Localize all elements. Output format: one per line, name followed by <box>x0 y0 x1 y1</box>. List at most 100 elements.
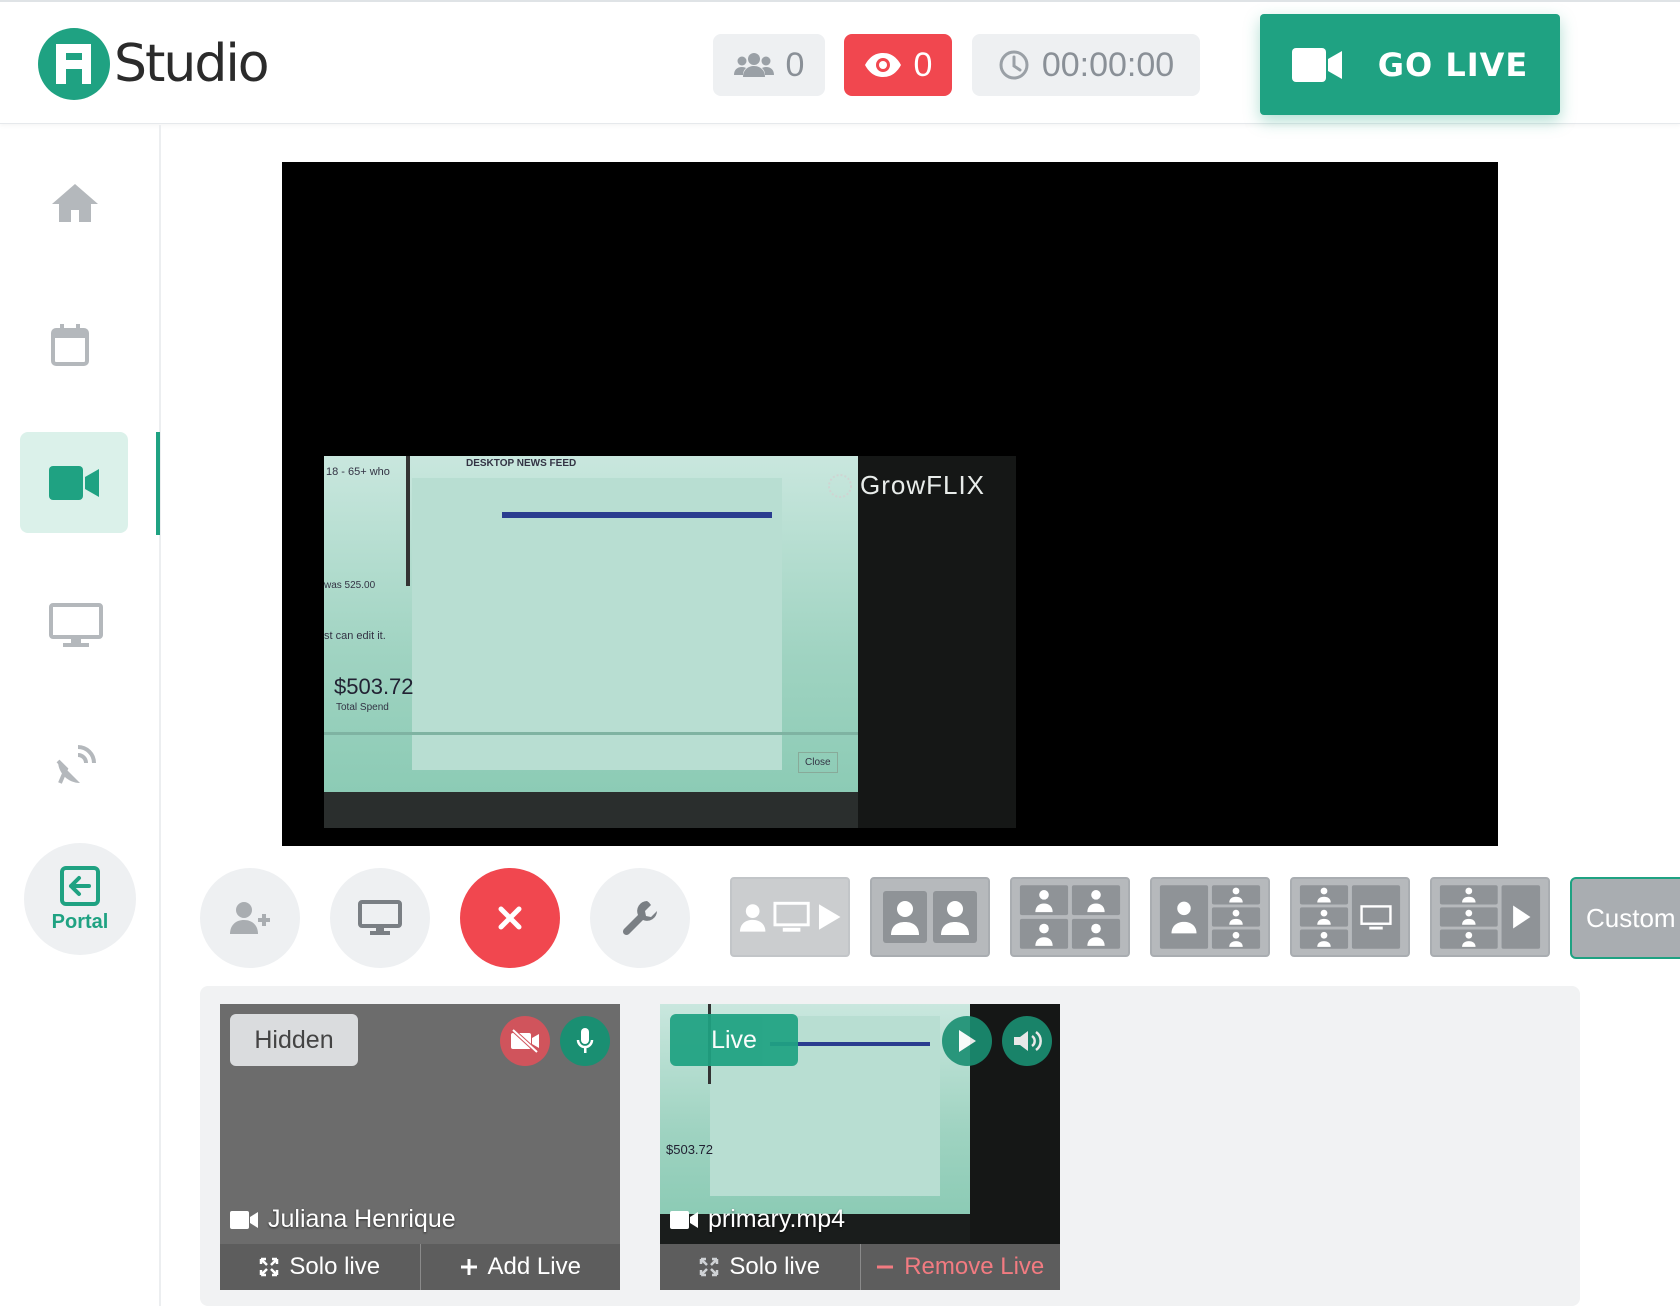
solo-live-label: Solo live <box>289 1253 381 1280</box>
nav-schedule[interactable] <box>30 305 110 385</box>
volume-button[interactable] <box>1002 1016 1052 1066</box>
users-icon <box>733 53 774 77</box>
layout-four-guests[interactable] <box>1010 877 1130 957</box>
custom-label: Custom <box>1586 902 1676 933</box>
logo-text: Studio <box>114 34 270 94</box>
source-card-video[interactable]: $503.72 Live primary.mp4 Solo live Remov… <box>660 1004 1060 1290</box>
feed-header-text: DESKTOP NEWS FEED <box>466 458 577 469</box>
volume-icon <box>1014 1030 1042 1052</box>
feed-close-label: Close <box>798 752 838 773</box>
timer-value: 00:00:00 <box>1041 45 1175 84</box>
logo-mark-icon <box>38 28 110 100</box>
portal-enter-icon <box>60 865 100 906</box>
feed-text-audience: 18 - 65+ who <box>326 466 390 478</box>
solo-live-button[interactable]: Solo live <box>660 1244 860 1290</box>
active-nav-indicator <box>156 432 160 535</box>
source-name: Juliana Henrique <box>230 1205 456 1234</box>
expand-icon <box>260 1257 279 1277</box>
plus-icon <box>460 1259 477 1275</box>
clock-icon <box>999 50 1029 80</box>
add-live-button[interactable]: Add Live <box>419 1244 621 1290</box>
growflix-brand: GrowFLIX <box>860 470 986 500</box>
top-bar: Studio 0 0 00:00:00 GO LIVE <box>0 0 1680 124</box>
person-icon <box>883 891 927 943</box>
nav-studio[interactable] <box>20 432 128 533</box>
layout-custom-button[interactable]: Custom <box>1570 877 1680 959</box>
share-screen-button[interactable] <box>330 868 430 968</box>
source-card-guest[interactable]: Hidden Juliana Henrique Solo live Add Li… <box>220 1004 620 1290</box>
add-live-label: Add Live <box>487 1253 581 1280</box>
growflix-logo-icon <box>828 473 852 498</box>
play-icon <box>959 1030 976 1052</box>
play-icon <box>818 904 841 930</box>
satellite-dish-icon <box>56 745 96 784</box>
layout-guests-plus-screen[interactable] <box>1290 877 1410 957</box>
feed-text-amount: $503.72 <box>334 674 414 699</box>
participants-count: 0 <box>785 45 805 84</box>
monitor-icon <box>773 901 811 932</box>
app-logo[interactable]: Studio <box>38 26 270 102</box>
monitor-icon <box>358 900 402 935</box>
growflix-watermark: GrowFLIX <box>826 470 985 501</box>
stream-preview: DESKTOP NEWS FEED 18 - 65+ who was 525.0… <box>282 162 1498 846</box>
layout-guest-screen-video[interactable] <box>730 877 850 957</box>
portal-label: Portal <box>51 910 109 933</box>
nav-home[interactable] <box>30 165 120 241</box>
expand-icon <box>700 1257 719 1277</box>
layout-main-plus-three[interactable] <box>1150 877 1270 957</box>
wrench-icon <box>622 901 657 936</box>
participants-counter[interactable]: 0 <box>713 34 825 96</box>
person-icon <box>739 904 766 932</box>
status-label: Hidden <box>254 1025 334 1054</box>
nav-screens[interactable] <box>36 585 116 665</box>
go-live-label: GO LIVE <box>1377 45 1529 84</box>
sidebar: Portal <box>0 125 161 1306</box>
remove-live-button[interactable]: Remove Live <box>859 1244 1061 1290</box>
home-icon <box>52 184 98 222</box>
go-live-button[interactable]: GO LIVE <box>1260 14 1560 115</box>
video-camera-icon <box>1291 47 1342 82</box>
camera-off-icon <box>511 1029 539 1053</box>
video-camera-icon <box>49 465 99 500</box>
close-icon <box>498 906 522 930</box>
viewers-counter[interactable]: 0 <box>844 34 952 96</box>
layout-guests-plus-video[interactable] <box>1430 877 1550 957</box>
settings-button[interactable] <box>590 868 690 968</box>
viewers-count: 0 <box>913 45 933 84</box>
add-user-icon <box>230 902 270 934</box>
grid-video-icon <box>1439 885 1541 949</box>
video-camera-icon <box>230 1210 258 1229</box>
person-icon <box>933 891 977 943</box>
layout-two-guests[interactable] <box>870 877 990 957</box>
source-name-label: Juliana Henrique <box>268 1205 456 1233</box>
end-session-button[interactable] <box>460 868 560 968</box>
source-name: primary.mp4 <box>670 1205 845 1234</box>
grid-people-icon <box>1019 885 1121 949</box>
portal-button[interactable]: Portal <box>24 843 136 955</box>
source-name-label: primary.mp4 <box>708 1205 846 1233</box>
thumb-text-amount: $503.72 <box>666 1142 713 1157</box>
grid-people-icon <box>1159 885 1261 949</box>
invite-guest-button[interactable] <box>200 868 300 968</box>
calendar-icon <box>51 324 89 366</box>
eye-icon <box>864 53 901 77</box>
nav-broadcast[interactable] <box>36 725 116 805</box>
minus-icon <box>877 1265 894 1269</box>
solo-live-label: Solo live <box>729 1253 821 1280</box>
status-badge[interactable]: Live <box>670 1014 798 1066</box>
source-actions: Solo live Add Live <box>220 1244 620 1290</box>
source-actions: Solo live Remove Live <box>660 1244 1060 1290</box>
camera-toggle-button[interactable] <box>500 1016 550 1066</box>
microphone-icon <box>576 1028 594 1053</box>
solo-live-button[interactable]: Solo live <box>220 1244 420 1290</box>
feed-text-edit: st can edit it. <box>324 630 386 642</box>
feed-text-budget: was 525.00 <box>324 580 376 591</box>
microphone-toggle-button[interactable] <box>560 1016 610 1066</box>
stream-timer: 00:00:00 <box>972 34 1200 96</box>
feed-text-total: Total Spend <box>336 702 389 713</box>
status-badge[interactable]: Hidden <box>230 1014 358 1066</box>
grid-screen-icon <box>1299 885 1401 949</box>
monitor-icon <box>49 603 103 647</box>
play-button[interactable] <box>942 1016 992 1066</box>
status-label: Live <box>711 1025 757 1054</box>
